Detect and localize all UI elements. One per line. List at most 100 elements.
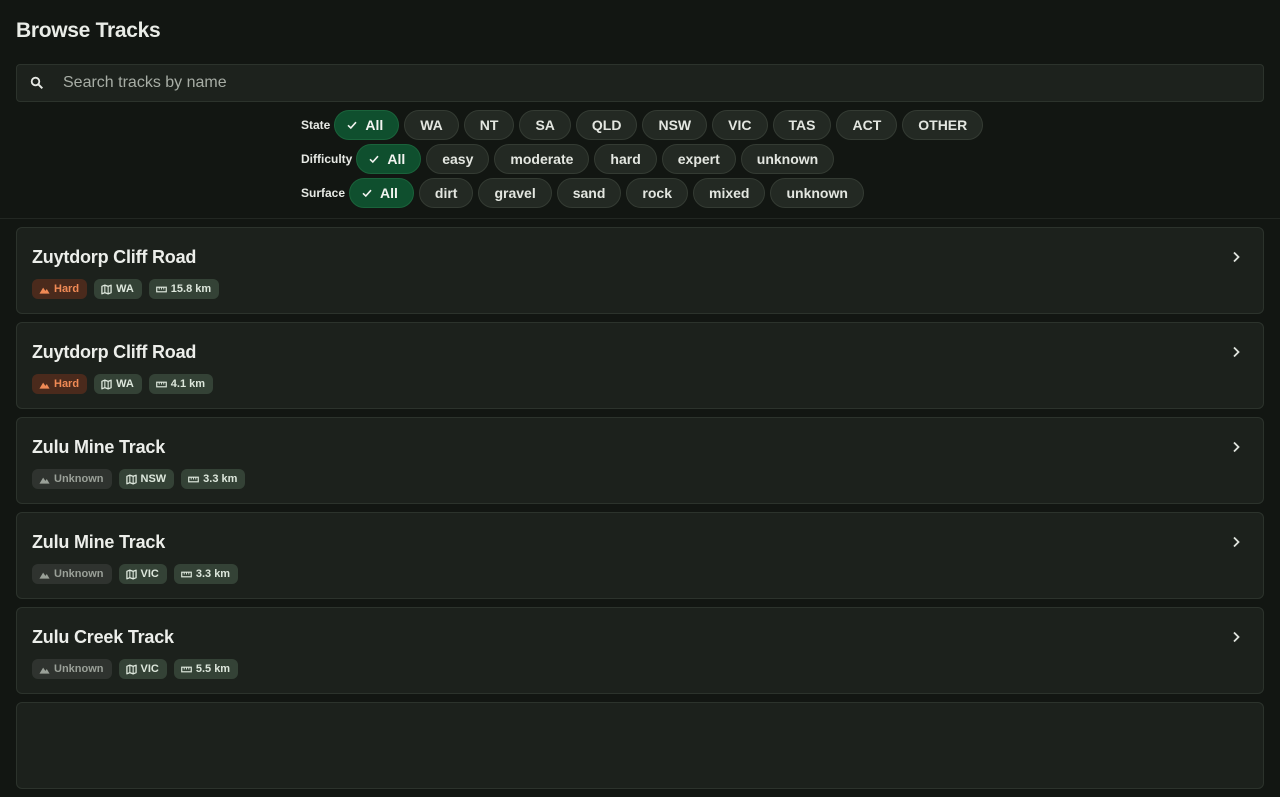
chevron-right-icon[interactable]	[1229, 440, 1243, 454]
mountain-icon	[39, 664, 50, 675]
surface-chip-dirt[interactable]: dirt	[418, 178, 474, 208]
track-tags: Unknown NSW 3.3 km	[32, 469, 1263, 489]
divider	[0, 218, 1280, 219]
chip-label: All	[380, 185, 398, 201]
difficulty-filter-label: Difficulty	[301, 152, 353, 166]
difficulty-chip-hard[interactable]: hard	[594, 144, 657, 174]
track-card[interactable]: Zulu Mine Track Unknown VIC 3.3 km	[16, 512, 1264, 599]
chip-label: All	[387, 151, 406, 167]
search-bar[interactable]	[16, 64, 1264, 102]
length-badge-label: 15.8 km	[170, 283, 212, 295]
map-icon	[125, 663, 137, 675]
state-chip-act[interactable]: ACT	[836, 110, 898, 140]
surface-chip-sand[interactable]: sand	[556, 178, 622, 208]
state-chip-tas[interactable]: TAS	[772, 110, 832, 140]
state-chip-qld[interactable]: QLD	[575, 110, 638, 140]
difficulty-badge: Hard	[32, 374, 88, 394]
track-name: Zulu Mine Track	[32, 437, 166, 457]
chevron-right-icon[interactable]	[1229, 535, 1243, 549]
state-chip-other[interactable]: OTHER	[902, 110, 984, 140]
difficulty-badge: Unknown	[32, 469, 112, 489]
length-badge: 3.3 km	[181, 469, 246, 489]
search-icon	[30, 76, 44, 90]
difficulty-badge-label: Hard	[54, 283, 80, 295]
chip-label: gravel	[494, 185, 536, 201]
difficulty-chip-moderate[interactable]: moderate	[494, 144, 590, 174]
state-chip-vic[interactable]: VIC	[712, 110, 768, 140]
difficulty-filter-row: Difficulty All easy moderate hard expert unkn…	[301, 144, 1264, 174]
state-chip-all[interactable]: All	[334, 110, 400, 140]
track-name: Zulu Creek Track	[32, 627, 174, 647]
chip-label: easy	[442, 151, 474, 167]
surface-filter-label: Surface	[301, 186, 346, 200]
track-list: Zuytdorp Cliff Road Hard WA 15.8 km Zuytdorp…	[16, 227, 1264, 797]
track-tags: Hard WA 15.8 km	[32, 279, 1263, 299]
chip-label: moderate	[510, 151, 574, 167]
state-chip-nsw[interactable]: NSW	[642, 110, 708, 140]
chip-label: QLD	[591, 117, 622, 133]
check-icon	[346, 119, 358, 131]
length-badge-label: 5.5 km	[195, 663, 231, 675]
difficulty-chip-expert[interactable]: expert	[661, 144, 736, 174]
length-badge: 5.5 km	[173, 659, 239, 679]
difficulty-badge: Unknown	[32, 564, 112, 584]
length-badge: 15.8 km	[148, 279, 220, 299]
ruler-icon	[188, 474, 200, 485]
state-badge: NSW	[118, 469, 175, 489]
ruler-icon	[155, 284, 167, 295]
track-card[interactable]: Zuytdorp Cliff Road Hard WA 4.1 km	[16, 322, 1264, 409]
difficulty-chip-easy[interactable]: easy	[426, 144, 490, 174]
difficulty-badge: Hard	[32, 279, 88, 299]
chip-label: WA	[420, 117, 443, 133]
length-badge-label: 4.1 km	[170, 378, 206, 390]
chip-label: ACT	[852, 117, 882, 133]
chevron-right-icon[interactable]	[1229, 345, 1243, 359]
track-card[interactable]: Zulu Creek Track Unknown VIC 5.5 km	[16, 607, 1264, 694]
state-badge: WA	[94, 279, 142, 299]
chip-label: SA	[535, 117, 555, 133]
difficulty-badge-label: Unknown	[54, 473, 104, 485]
surface-chip-mixed[interactable]: mixed	[693, 178, 766, 208]
difficulty-chip-all[interactable]: All	[356, 144, 422, 174]
track-name: Zuytdorp Cliff Road	[32, 247, 197, 267]
header: Browse Tracks State All WA NT SA QLD NSW VIC TA…	[0, 0, 1280, 208]
ruler-icon	[155, 379, 167, 390]
state-badge: VIC	[118, 659, 167, 679]
track-card[interactable]: Zuytdorp Cliff Road Hard WA 15.8 km	[16, 227, 1264, 314]
length-badge: 3.3 km	[173, 564, 239, 584]
track-name: Zulu Mine Track	[32, 532, 166, 552]
chip-label: dirt	[434, 185, 458, 201]
surface-chip-all[interactable]: All	[349, 178, 414, 208]
search-input[interactable]	[61, 73, 1263, 93]
chip-label: VIC	[728, 117, 752, 133]
chip-label: TAS	[788, 117, 816, 133]
difficulty-chip-unknown[interactable]: unknown	[740, 144, 835, 174]
map-icon	[101, 283, 112, 295]
ruler-icon	[180, 569, 192, 580]
state-chip-sa[interactable]: SA	[519, 110, 571, 140]
state-badge: WA	[94, 374, 142, 394]
chip-label: NSW	[658, 117, 692, 133]
surface-chip-unknown[interactable]: unknown	[770, 178, 864, 208]
map-icon	[101, 378, 112, 390]
state-filter-label: State	[301, 118, 331, 132]
map-icon	[125, 473, 137, 485]
state-chip-wa[interactable]: WA	[404, 110, 459, 140]
length-badge-label: 3.3 km	[203, 473, 238, 485]
surface-chip-gravel[interactable]: gravel	[478, 178, 552, 208]
track-name: Zuytdorp Cliff Road	[32, 342, 197, 362]
state-badge-label: WA	[116, 283, 134, 295]
chevron-right-icon[interactable]	[1229, 630, 1243, 644]
chip-label: unknown	[756, 151, 819, 167]
state-badge-label: VIC	[140, 568, 159, 580]
surface-chip-rock[interactable]: rock	[626, 178, 688, 208]
difficulty-badge-label: Unknown	[54, 568, 104, 580]
mountain-icon	[39, 474, 50, 485]
state-chip-nt[interactable]: NT	[463, 110, 515, 140]
difficulty-badge: Unknown	[32, 659, 112, 679]
track-card[interactable]: Zulu Mine Track Unknown NSW 3.3 km	[16, 417, 1264, 504]
track-card[interactable]	[16, 702, 1264, 789]
chevron-right-icon[interactable]	[1229, 250, 1243, 264]
track-tags: Unknown VIC 3.3 km	[32, 564, 1263, 584]
state-filter-row: State All WA NT SA QLD NSW VIC TAS ACT OTHER	[301, 110, 1264, 140]
